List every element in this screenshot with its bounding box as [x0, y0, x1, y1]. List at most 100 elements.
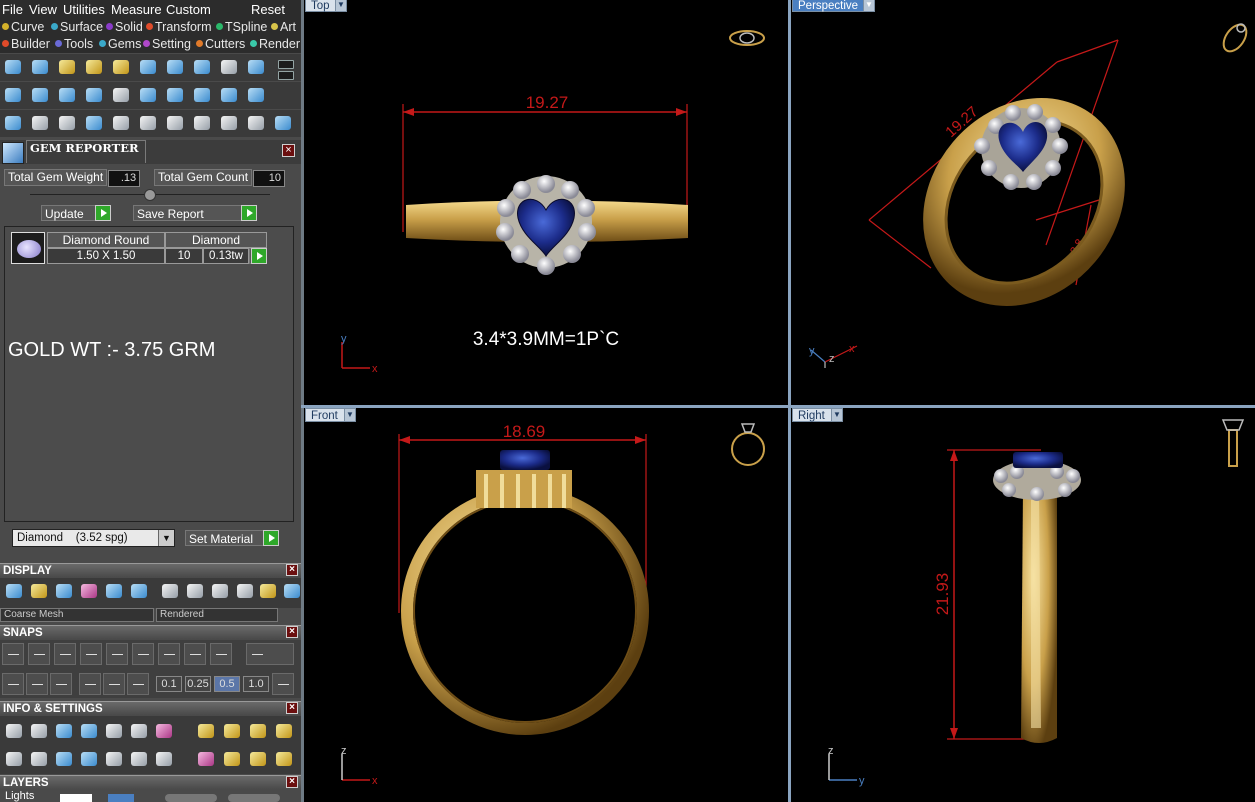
snap-15-icon[interactable]: [103, 673, 125, 695]
shaded-sphere-icon[interactable]: [52, 580, 76, 602]
gem-tool-11-icon[interactable]: [1, 84, 25, 106]
gem-tool-14-icon[interactable]: [82, 84, 106, 106]
update-button[interactable]: Update: [41, 205, 111, 221]
menu-custom[interactable]: Custom: [166, 2, 211, 17]
category-cutters[interactable]: Cutters: [196, 37, 245, 51]
diamond-thumbnail-icon[interactable]: [11, 232, 45, 264]
snap-8-icon[interactable]: [184, 643, 206, 665]
render-sphere-1-icon[interactable]: [158, 580, 182, 602]
info-tool-19-icon[interactable]: [194, 748, 218, 770]
lights-swatch[interactable]: [60, 794, 92, 802]
category-render[interactable]: Render: [250, 37, 300, 51]
gem-tool-8-icon[interactable]: [190, 56, 214, 78]
render-sphere-4-icon[interactable]: [233, 580, 257, 602]
gem-tool-16-icon[interactable]: [136, 84, 160, 106]
grid-toggle-icon[interactable]: [272, 673, 294, 695]
category-builder[interactable]: Builder: [2, 37, 50, 51]
gem-tool-19-icon[interactable]: [217, 84, 241, 106]
snap-10-icon[interactable]: [246, 643, 294, 665]
viewport-right[interactable]: Right ▼ 21.93 y z: [791, 408, 1255, 802]
info-tool-7-icon[interactable]: [152, 720, 176, 742]
snap-6-icon[interactable]: [132, 643, 154, 665]
layers-section-header[interactable]: LAYERS ×: [0, 775, 301, 789]
top-ring-thumbnail-icon[interactable]: [729, 30, 765, 46]
gem-tool-10-icon[interactable]: [244, 56, 268, 78]
category-setting[interactable]: Setting: [143, 37, 191, 51]
display-close-icon[interactable]: ×: [286, 564, 298, 576]
gem-tool-1-icon[interactable]: [1, 56, 25, 78]
render-mode-select[interactable]: Rendered: [156, 608, 278, 622]
menu-measure[interactable]: Measure: [111, 2, 162, 17]
info-tool-14-icon[interactable]: [52, 748, 76, 770]
gem-tool-20-icon[interactable]: [244, 84, 268, 106]
category-tspline[interactable]: TSpline: [216, 20, 267, 34]
category-curve[interactable]: Curve: [2, 20, 44, 34]
gem-tool-5-icon[interactable]: [109, 56, 133, 78]
category-transform[interactable]: Transform: [146, 20, 212, 34]
search-icon[interactable]: [27, 720, 51, 742]
gem-tool-18-icon[interactable]: [190, 84, 214, 106]
gem-tool-4-icon[interactable]: [82, 56, 106, 78]
gem-tool-13-icon[interactable]: [55, 84, 79, 106]
gem-tool-15-icon[interactable]: [109, 84, 133, 106]
divider-knob[interactable]: [144, 189, 156, 201]
snaps-section-header[interactable]: SNAPS ×: [0, 625, 301, 639]
info-tool-3-icon[interactable]: [52, 720, 76, 742]
snap-1-icon[interactable]: [2, 643, 24, 665]
settings-gear-icon[interactable]: [2, 720, 26, 742]
info-tool-5-icon[interactable]: [102, 720, 126, 742]
gem-tool-23-icon[interactable]: [55, 112, 79, 134]
display-tool-5-icon[interactable]: [102, 580, 126, 602]
gem-reporter-close-icon[interactable]: ×: [282, 144, 295, 157]
render-sphere-3-icon[interactable]: [208, 580, 232, 602]
gem-tool-small-b-icon[interactable]: [276, 69, 294, 80]
material-select[interactable]: Diamond (3.52 spg) ▼: [12, 529, 175, 547]
circle-tool-icon[interactable]: [271, 112, 295, 134]
snap-12-icon[interactable]: [26, 673, 48, 695]
viewport-perspective[interactable]: Perspective ▼ 19.27 2.8 x y z: [791, 0, 1255, 405]
info-tool-9-icon[interactable]: [220, 720, 244, 742]
menu-reset[interactable]: Reset: [251, 2, 285, 17]
snap-14-icon[interactable]: [79, 673, 101, 695]
move-tool-icon[interactable]: [109, 112, 133, 134]
info-tool-13-icon[interactable]: [27, 748, 51, 770]
right-ring-thumbnail-icon[interactable]: [1221, 419, 1245, 467]
gem-tool-30-icon[interactable]: [244, 112, 268, 134]
wireframe-icon[interactable]: [2, 580, 26, 602]
gem-tool-29-icon[interactable]: [217, 112, 241, 134]
info-tool-4-icon[interactable]: [77, 720, 101, 742]
snap-2-icon[interactable]: [28, 643, 50, 665]
set-material-button[interactable]: Set Material: [185, 530, 279, 546]
filter-icon[interactable]: [102, 748, 126, 770]
info-settings-close-icon[interactable]: ×: [286, 702, 298, 714]
snap-3-icon[interactable]: [54, 643, 76, 665]
info-tool-6-icon[interactable]: [127, 720, 151, 742]
snap-7-icon[interactable]: [158, 643, 180, 665]
info-tool-21-icon[interactable]: [246, 748, 270, 770]
gem-tool-small-a-icon[interactable]: [276, 58, 294, 69]
lights-slider-2[interactable]: [228, 794, 280, 802]
snap-4-icon[interactable]: [80, 643, 102, 665]
info-tool-22-icon[interactable]: [272, 748, 296, 770]
gem-tool-9-icon[interactable]: [217, 56, 241, 78]
lights-slider[interactable]: [165, 794, 217, 802]
info-tool-8-icon[interactable]: [194, 720, 218, 742]
gem-row-go-button[interactable]: [249, 248, 267, 264]
snap-value-0-1[interactable]: 0.1: [156, 676, 182, 692]
save-report-button[interactable]: Save Report: [133, 205, 257, 221]
menu-utilities[interactable]: Utilities: [63, 2, 105, 17]
gem-tool-22-icon[interactable]: [28, 112, 52, 134]
gem-tool-6-icon[interactable]: [136, 56, 160, 78]
mesh-mode-select[interactable]: Coarse Mesh: [0, 608, 154, 622]
render-sphere-2-icon[interactable]: [183, 580, 207, 602]
gem-tool-27-icon[interactable]: [163, 112, 187, 134]
gem-tool-26-icon[interactable]: [136, 112, 160, 134]
info-tool-15-icon[interactable]: [77, 748, 101, 770]
gem-tool-28-icon[interactable]: [190, 112, 214, 134]
category-gems[interactable]: Gems: [99, 37, 141, 51]
info-tool-17-icon[interactable]: [127, 748, 151, 770]
layers-close-icon[interactable]: ×: [286, 776, 298, 788]
menu-file[interactable]: File: [2, 2, 23, 17]
menu-view[interactable]: View: [29, 2, 57, 17]
info-tool-20-icon[interactable]: [220, 748, 244, 770]
